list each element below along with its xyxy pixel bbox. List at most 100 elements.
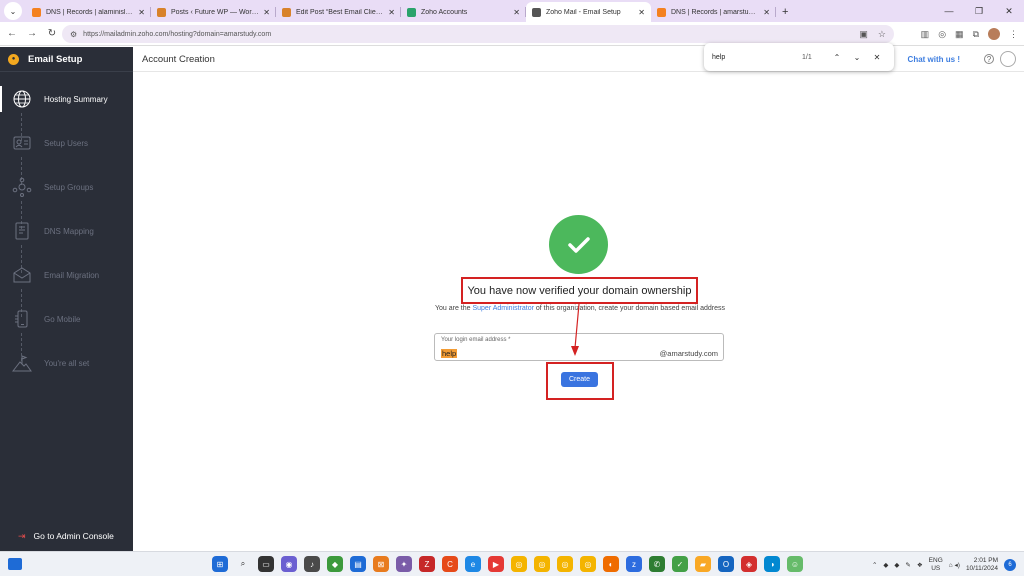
help-icon[interactable]: ? <box>984 54 994 64</box>
profile-avatar[interactable] <box>988 28 1000 40</box>
close-icon[interactable]: ✕ <box>763 8 770 17</box>
address-bar[interactable]: ⚙ https://mailadmin.zoho.com/hosting?dom… <box>62 25 894 43</box>
go-to-admin-console-link[interactable]: ⇥ Go to Admin Console <box>0 529 133 543</box>
close-window-button[interactable]: ✕ <box>994 6 1024 17</box>
extension-icon[interactable]: ▥ <box>921 29 930 40</box>
chrome-icon[interactable]: ◎ <box>580 556 596 572</box>
headline-annotation-box: You have now verified your domain owners… <box>461 277 698 304</box>
tray-overflow-icon[interactable]: ⌃ <box>872 561 877 569</box>
zoho-logo-icon: ● <box>8 53 19 65</box>
app-icon[interactable]: ⊠ <box>373 556 389 572</box>
firefox-icon[interactable]: ◐ <box>603 556 619 572</box>
menu-kebab-icon[interactable]: ⋮ <box>1009 29 1018 40</box>
search-icon[interactable]: ⌕ <box>235 556 251 572</box>
app-icon[interactable]: ▤ <box>350 556 366 572</box>
chrome-icon[interactable]: ◎ <box>557 556 573 572</box>
wordpress-icon <box>282 7 291 17</box>
extension-icon[interactable]: ◎ <box>938 29 946 40</box>
app-icon[interactable]: C <box>442 556 458 572</box>
chat-with-us-link[interactable]: Chat with us ! <box>908 55 960 64</box>
anydesk-icon[interactable]: ◈ <box>741 556 757 572</box>
chat-app-icon[interactable]: ◉ <box>281 556 297 572</box>
sidebar-item-all-set[interactable]: You're all set <box>0 348 133 378</box>
site-info-icon[interactable]: ⚙ <box>70 30 77 39</box>
tab-6[interactable]: DNS | Records | amarstudy.com✕ <box>651 2 776 22</box>
page-title: Account Creation <box>142 53 215 65</box>
filezilla-icon[interactable]: Z <box>419 556 435 572</box>
start-icon[interactable]: ⊞ <box>212 556 228 572</box>
zoho-mail-icon <box>532 7 541 17</box>
clock[interactable]: 2:01 PM 10/11/2024 <box>966 557 998 573</box>
find-input[interactable]: help <box>712 54 802 61</box>
extension-icon[interactable]: ▦ <box>955 29 964 40</box>
find-close-icon[interactable]: ✕ <box>870 53 884 62</box>
close-icon[interactable]: ✕ <box>388 8 395 17</box>
create-button[interactable]: Create <box>561 372 598 387</box>
task-view-icon[interactable]: ▭ <box>258 556 274 572</box>
system-tray: ⌃ ◆ ◆ ✎ ❖ ENG US ⌂ ◂) 2:01 PM 10/11/2024 6 <box>872 555 1016 575</box>
success-check-icon <box>549 215 608 274</box>
super-administrator-link[interactable]: Super Administrator <box>472 305 533 312</box>
app-icon[interactable]: ✦ <box>396 556 412 572</box>
minimize-button[interactable]: — <box>934 6 964 16</box>
reload-button[interactable]: ↻ <box>44 28 60 39</box>
back-button[interactable]: ← <box>4 28 20 39</box>
tab-3[interactable]: Edit Post “Best Email Client For ✕ <box>276 2 401 22</box>
chrome-icon[interactable]: ◎ <box>511 556 527 572</box>
notification-badge[interactable]: 6 <box>1004 559 1016 571</box>
dropbox-icon[interactable]: ❖ <box>917 561 923 569</box>
sidebar-item-setup-groups[interactable]: Setup Groups <box>0 172 133 202</box>
find-previous-icon[interactable]: ⌃ <box>830 53 844 62</box>
edge-icon[interactable]: e <box>465 556 481 572</box>
tab-5[interactable]: Zoho Mail - Email Setup ✕ <box>526 2 651 22</box>
app-icon[interactable]: ☺ <box>787 556 803 572</box>
youtube-icon[interactable]: ▶ <box>488 556 504 572</box>
sidebar-item-email-migration[interactable]: Email Migration <box>0 260 133 290</box>
find-in-page-bar: help 1/1 ⌃ ⌄ ✕ <box>704 43 894 71</box>
restore-button[interactable]: ❐ <box>964 6 994 17</box>
login-email-field[interactable]: Your login email address * help @amarstu… <box>434 333 724 361</box>
email-domain-suffix: @amarstudy.com <box>659 349 718 358</box>
user-avatar[interactable] <box>1000 51 1016 67</box>
tab-4[interactable]: Zoho Accounts ✕ <box>401 2 526 22</box>
app-icon[interactable]: ✓ <box>672 556 688 572</box>
sidebar-title: Email Setup <box>28 53 83 65</box>
close-icon[interactable]: ✕ <box>138 8 145 17</box>
new-tab-button[interactable]: + <box>782 6 788 18</box>
extensions-puzzle-icon[interactable]: ⧉ <box>973 29 979 40</box>
app-icon[interactable]: ◆ <box>327 556 343 572</box>
network-volume-icon[interactable]: ⌂ ◂) <box>949 561 960 569</box>
close-icon[interactable]: ✕ <box>263 8 270 17</box>
tray-app-icon[interactable]: ◆ <box>883 561 888 569</box>
widgets-icon[interactable] <box>8 558 22 570</box>
sidebar-item-hosting-summary[interactable]: Hosting Summary <box>0 84 133 114</box>
page-action-icon[interactable]: ▣ <box>859 29 868 40</box>
chrome-icon[interactable]: ◎ <box>534 556 550 572</box>
app-icon[interactable]: ♪ <box>304 556 320 572</box>
tab-2[interactable]: Posts ‹ Future WP — WordPress✕ <box>151 2 276 22</box>
sidebar-item-dns-mapping[interactable]: DNS Mapping <box>0 216 133 246</box>
forward-button[interactable]: → <box>24 28 40 39</box>
whatsapp-icon[interactable]: ✆ <box>649 556 665 572</box>
find-result-count: 1/1 <box>802 53 812 61</box>
email-field-value[interactable]: help <box>441 349 458 358</box>
find-next-icon[interactable]: ⌄ <box>850 53 864 62</box>
sidebar-header: ● Email Setup <box>0 47 133 72</box>
sidebar-item-setup-users[interactable]: Setup Users <box>0 128 133 158</box>
app-icon[interactable]: ◑ <box>764 556 780 572</box>
bookmark-star-icon[interactable]: ☆ <box>878 29 886 40</box>
language-indicator[interactable]: ENG US <box>929 557 943 573</box>
windows-taskbar: ⊞ ⌕ ▭ ◉ ♪ ◆ ▤ ⊠ ✦ Z C e ▶ ◎ ◎ ◎ ◎ ◐ z ✆ … <box>0 551 1024 576</box>
extensions-area: ▥ ◎ ▦ ⧉ ⋮ <box>921 22 1018 46</box>
tray-app-icon[interactable]: ◆ <box>894 561 899 569</box>
browser-tab-strip: ⌄ DNS | Records | alaminislam.me✕ Posts … <box>0 0 1024 22</box>
tab-search-button[interactable]: ⌄ <box>4 2 22 20</box>
close-icon[interactable]: ✕ <box>638 8 645 17</box>
close-icon[interactable]: ✕ <box>513 8 520 17</box>
zoom-icon[interactable]: z <box>626 556 642 572</box>
cloudflare-icon <box>32 7 41 17</box>
file-explorer-icon[interactable]: ▰ <box>695 556 711 572</box>
tab-1[interactable]: DNS | Records | alaminislam.me✕ <box>26 2 151 22</box>
outlook-icon[interactable]: O <box>718 556 734 572</box>
tray-app-icon[interactable]: ✎ <box>905 561 910 569</box>
